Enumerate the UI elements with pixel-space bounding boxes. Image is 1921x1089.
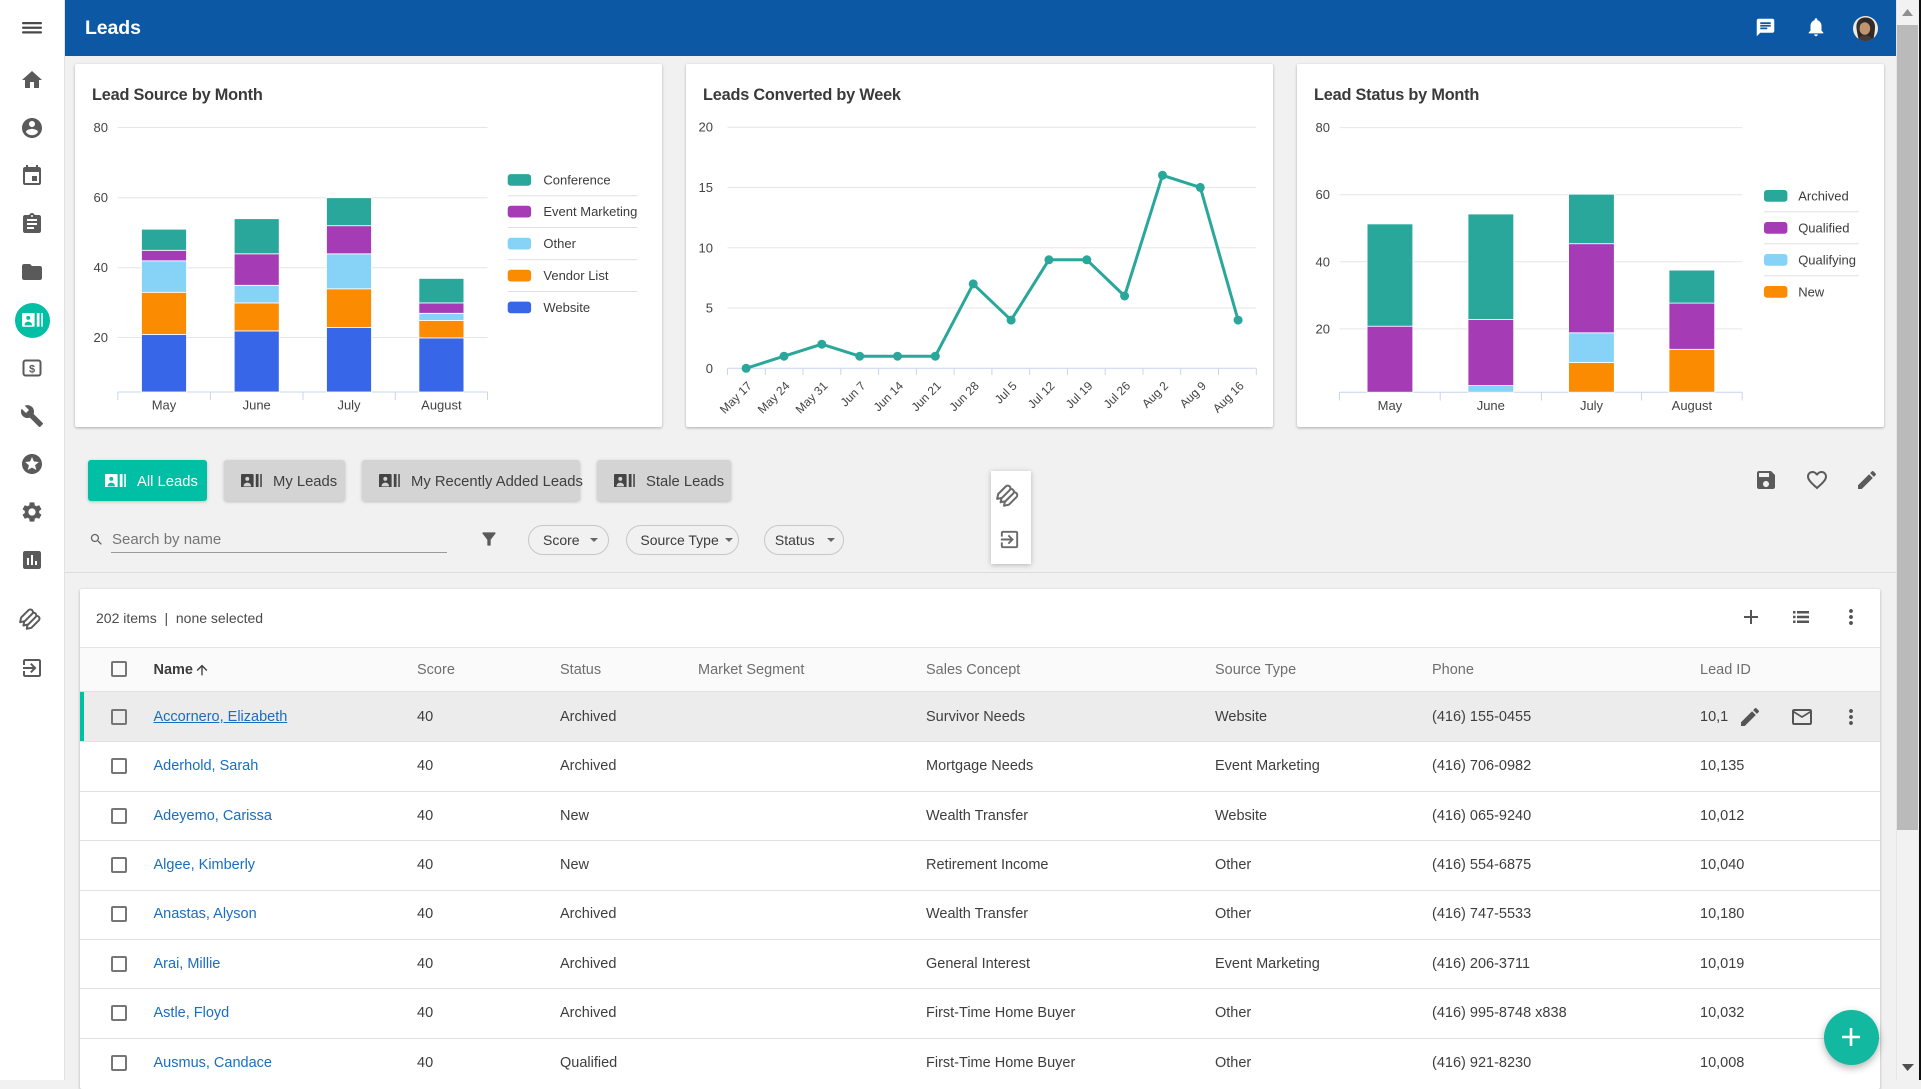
- svg-text:20: 20: [94, 330, 108, 345]
- svg-text:Archived: Archived: [1798, 188, 1849, 203]
- svg-text:Jul 5: Jul 5: [992, 378, 1020, 406]
- svg-text:Vendor List: Vendor List: [543, 268, 608, 283]
- svg-text:June: June: [243, 398, 271, 413]
- svg-text:60: 60: [1316, 187, 1330, 202]
- svg-text:May 17: May 17: [717, 378, 755, 416]
- svg-text:Jun 14: Jun 14: [871, 378, 907, 414]
- svg-text:Event Marketing: Event Marketing: [543, 204, 637, 219]
- svg-text:40: 40: [94, 260, 108, 275]
- svg-text:June: June: [1477, 398, 1505, 413]
- svg-text:Jul 19: Jul 19: [1063, 378, 1096, 411]
- svg-text:May: May: [1378, 398, 1403, 413]
- svg-text:Jul 12: Jul 12: [1025, 378, 1058, 411]
- svg-text:May: May: [152, 398, 177, 413]
- svg-text:80: 80: [1316, 120, 1330, 135]
- svg-text:August: August: [1672, 398, 1713, 413]
- svg-text:May 24: May 24: [755, 378, 793, 416]
- svg-text:5: 5: [706, 301, 713, 316]
- svg-text:Aug 2: Aug 2: [1139, 378, 1171, 410]
- svg-text:Qualifying: Qualifying: [1798, 252, 1856, 267]
- svg-text:August: August: [421, 398, 462, 413]
- svg-text:60: 60: [94, 190, 108, 205]
- svg-text:20: 20: [1316, 321, 1330, 336]
- svg-text:0: 0: [706, 361, 713, 376]
- svg-text:Other: Other: [543, 236, 576, 251]
- svg-text:Jul 26: Jul 26: [1101, 378, 1134, 411]
- svg-text:Jun 21: Jun 21: [909, 378, 945, 414]
- svg-text:$: $: [29, 363, 35, 375]
- svg-text:Jun 28: Jun 28: [946, 378, 982, 414]
- svg-text:Aug 16: Aug 16: [1210, 379, 1247, 416]
- svg-text:Qualified: Qualified: [1798, 220, 1849, 235]
- svg-text:20: 20: [699, 120, 713, 135]
- svg-text:10: 10: [699, 240, 713, 255]
- svg-text:July: July: [1580, 398, 1604, 413]
- svg-text:July: July: [337, 398, 361, 413]
- svg-text:Aug 9: Aug 9: [1177, 378, 1209, 410]
- svg-text:Conference: Conference: [543, 172, 610, 187]
- svg-text:May 31: May 31: [793, 378, 831, 416]
- svg-text:80: 80: [94, 120, 108, 135]
- svg-text:Website: Website: [543, 300, 590, 315]
- svg-text:Jun 7: Jun 7: [838, 378, 869, 409]
- svg-text:40: 40: [1316, 254, 1330, 269]
- svg-text:15: 15: [699, 180, 713, 195]
- svg-text:New: New: [1798, 284, 1825, 299]
